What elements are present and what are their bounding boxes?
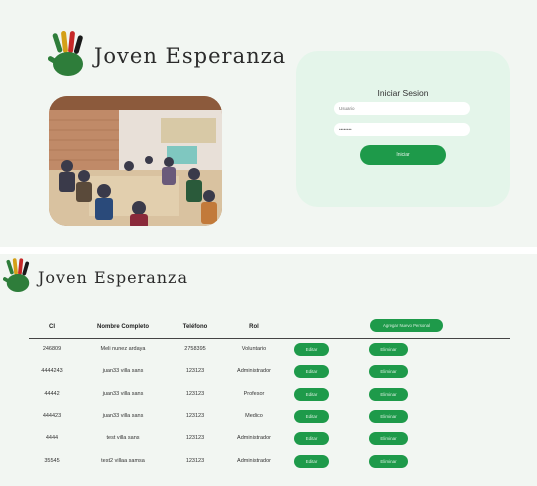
login-card: Iniciar Sesion Iniciar xyxy=(296,51,510,207)
header-role: Rol xyxy=(249,324,259,330)
cell-role: Medico xyxy=(245,412,263,419)
edit-button[interactable]: Editar xyxy=(294,432,329,446)
cell-name: juan33 villa sans xyxy=(102,368,144,375)
password-input[interactable] xyxy=(334,123,470,136)
table-row: 4444 test villa sans 123123 Administrador Ed… xyxy=(0,431,537,447)
login-title: Iniciar Sesion xyxy=(377,88,429,98)
cell-name: juan33 villa sans xyxy=(102,412,144,419)
cell-role: Profesor xyxy=(243,390,265,397)
hand-logo-icon xyxy=(48,31,83,76)
table-row: 35545 test2 villaa samsa 123123 Administrad… xyxy=(0,454,537,470)
classroom-photo xyxy=(49,96,222,226)
header-name: Nombre Completo xyxy=(96,324,149,330)
username-input[interactable] xyxy=(334,102,470,115)
header-ci: CI xyxy=(49,324,55,330)
cell-name: juan33 villa sans xyxy=(102,390,144,397)
personnel-screen: Joven Esperanza CI Nombre Completo Teléf… xyxy=(0,254,537,486)
table-row: 246809 Meli nunez ardaya 2758395 Voluntario… xyxy=(0,342,537,358)
edit-button[interactable]: Editar xyxy=(294,387,329,401)
cell-ci: 444423 xyxy=(42,412,62,419)
cell-ci: 246809 xyxy=(42,346,62,352)
table-row: 444423 juan33 villa sans 123123 Medico Edita… xyxy=(0,409,537,425)
cell-ci: 35545 xyxy=(44,457,60,464)
delete-button[interactable]: Eliminar xyxy=(369,432,408,446)
table-row: 44442 juan33 villa sans 123123 Profesor Edit… xyxy=(0,387,537,403)
cell-phone: 123123 xyxy=(185,457,205,464)
login-screen: Joven Esperanza Iniciar Sesion Usuario •… xyxy=(0,0,537,247)
brand-name: Joven Esperanza xyxy=(38,267,189,287)
delete-button[interactable]: Eliminar xyxy=(369,409,408,423)
brand-logo: Joven Esperanza xyxy=(48,31,286,81)
edit-button[interactable]: Editar xyxy=(294,409,329,423)
table-header: CI Nombre Completo Teléfono Rol Agregar … xyxy=(0,319,537,340)
table-row: 4444243 juan33 villa sans 123123 Administra… xyxy=(0,364,537,380)
cell-phone: 123123 xyxy=(185,390,205,397)
edit-button[interactable]: Editar xyxy=(294,454,329,468)
cell-role: Voluntario xyxy=(241,346,267,352)
cell-name: test villa sans xyxy=(106,435,140,442)
cell-role: Administrador xyxy=(237,435,271,442)
delete-button[interactable]: Eliminar xyxy=(369,343,408,356)
delete-button[interactable]: Eliminar xyxy=(369,365,408,379)
delete-button[interactable]: Eliminar xyxy=(369,387,408,401)
edit-button[interactable]: Editar xyxy=(294,343,329,356)
cell-name: test2 villaa samsa xyxy=(101,457,145,464)
cell-ci: 4444243 xyxy=(41,368,63,375)
brand-name: Joven Esperanza xyxy=(94,44,287,68)
header-divider xyxy=(29,338,510,339)
cell-phone: 123123 xyxy=(185,435,205,442)
login-submit-button[interactable]: Iniciar xyxy=(360,145,446,165)
edit-button[interactable]: Editar xyxy=(294,365,329,379)
delete-button[interactable]: Eliminar xyxy=(369,454,408,468)
cell-phone: 123123 xyxy=(185,412,205,419)
cell-role: Administrador xyxy=(237,457,271,464)
cell-role: Administrador xyxy=(237,368,271,375)
cell-phone: 123123 xyxy=(185,368,205,375)
cell-name: Meli nunez ardaya xyxy=(100,346,146,352)
cell-phone: 2758395 xyxy=(184,346,206,352)
header-phone: Teléfono xyxy=(182,324,208,330)
cell-ci: 4444 xyxy=(45,435,59,442)
cell-ci: 44442 xyxy=(44,390,60,397)
hand-logo-icon xyxy=(3,258,30,292)
add-personnel-button[interactable]: Agregar Nuevo Personal xyxy=(370,319,443,332)
brand-logo-small: Joven Esperanza xyxy=(3,258,188,296)
